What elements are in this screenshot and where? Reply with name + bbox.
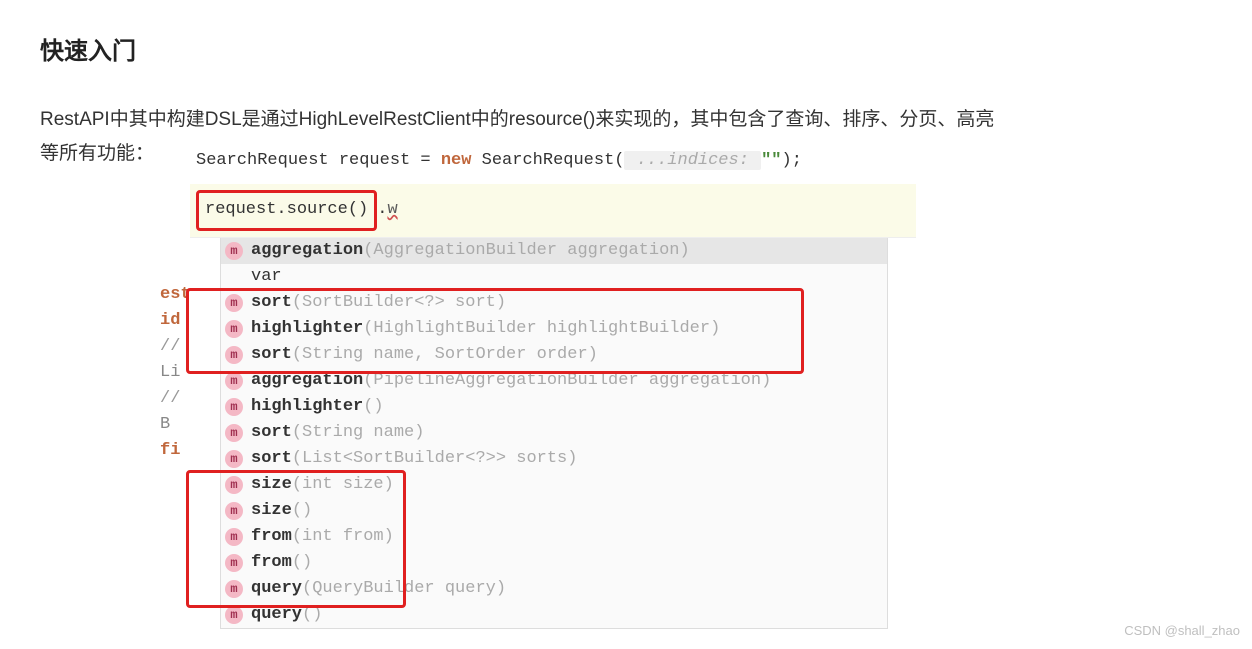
suggestion-name: size: [251, 472, 292, 498]
suggestion-row[interactable]: m aggregation(PipelineAggregationBuilder …: [221, 368, 887, 394]
method-icon: m: [225, 346, 243, 364]
suggestion-row[interactable]: mfrom(): [221, 550, 887, 576]
code-current-line: request.source().w: [190, 184, 916, 238]
suggestion-name: sort: [251, 342, 292, 368]
error-squiggle: w: [387, 200, 397, 219]
suggestion-row[interactable]: var: [221, 264, 887, 290]
suggestion-name: size: [251, 498, 292, 524]
code-line-1: SearchRequest request = new SearchReques…: [190, 140, 916, 185]
gutter: est id // Li // B fi: [160, 282, 191, 464]
string-literal: "": [761, 151, 781, 170]
method-icon: m: [225, 580, 243, 598]
autocomplete-popup[interactable]: maggregation(AggregationBuilder aggregat…: [220, 238, 888, 629]
code-text: );: [782, 151, 802, 170]
suggestion-params: (QueryBuilder query): [302, 576, 506, 602]
suggestion-name: query: [251, 602, 302, 628]
section-heading: 快速入门: [40, 30, 1212, 73]
suggestion-name: query: [251, 576, 302, 602]
suggestion-params: (): [292, 498, 312, 524]
suggestion-params: (): [363, 394, 383, 420]
param-hint: ...indices:: [624, 151, 761, 170]
method-icon: m: [225, 242, 243, 260]
suggestion-row[interactable]: m highlighter(HighlightBuilder highlightB…: [221, 316, 887, 342]
keyword-new: new: [441, 151, 472, 170]
method-icon: m: [225, 606, 243, 624]
suggestion-params: (String name): [292, 420, 425, 446]
suggestion-params: (): [302, 602, 322, 628]
suggestion-params: (HighlightBuilder highlightBuilder): [363, 316, 720, 342]
suggestion-row[interactable]: mfrom(int from): [221, 524, 887, 550]
method-icon: m: [225, 424, 243, 442]
suggestion-params: (SortBuilder<?> sort): [292, 290, 506, 316]
method-icon: m: [225, 398, 243, 416]
suggestion-row[interactable]: m highlighter(): [221, 394, 887, 420]
suggestion-row[interactable]: mquery(): [221, 602, 887, 628]
suggestion-params: (PipelineAggregationBuilder aggregation): [363, 368, 771, 394]
code-text: .: [377, 200, 387, 219]
suggestion-params: (): [292, 550, 312, 576]
watermark: CSDN @shall_zhao: [1124, 619, 1240, 642]
suggestion-name: aggregation: [251, 238, 363, 264]
code-editor: SearchRequest request = new SearchReques…: [190, 140, 916, 629]
suggestion-params: (String name, SortOrder order): [292, 342, 598, 368]
code-text: SearchRequest request =: [196, 151, 441, 170]
method-icon: m: [225, 476, 243, 494]
suggestion-name: sort: [251, 420, 292, 446]
gutter-line: est: [160, 282, 191, 308]
suggestion-row[interactable]: mquery(QueryBuilder query): [221, 576, 887, 602]
suggestion-name: from: [251, 550, 292, 576]
gutter-line: //: [160, 386, 191, 412]
suggestion-params: (int size): [292, 472, 394, 498]
suggestion-name: from: [251, 524, 292, 550]
suggestion-params: (AggregationBuilder aggregation): [363, 238, 689, 264]
suggestion-row[interactable]: msort(SortBuilder<?> sort): [221, 290, 887, 316]
suggestion-params: (List<SortBuilder<?>> sorts): [292, 446, 578, 472]
paragraph-line2: 等所有功能：: [40, 143, 154, 164]
method-icon: m: [225, 294, 243, 312]
method-icon: m: [225, 450, 243, 468]
suggestion-name: sort: [251, 290, 292, 316]
gutter-line: //: [160, 334, 191, 360]
suggestion-row[interactable]: msize(): [221, 498, 887, 524]
method-icon: m: [225, 320, 243, 338]
paragraph-line1: RestAPI中其中构建DSL是通过HighLevelRestClient中的r…: [40, 109, 994, 130]
gutter-line: Li: [160, 360, 191, 386]
suggestion-row[interactable]: msort(String name, SortOrder order): [221, 342, 887, 368]
code-text: SearchRequest(: [471, 151, 624, 170]
suggestion-name: highlighter: [251, 316, 363, 342]
suggestion-name: highlighter: [251, 394, 363, 420]
gutter-line: fi: [160, 438, 191, 464]
code-text: request.source(): [205, 200, 368, 219]
suggestion-row[interactable]: msort(List<SortBuilder<?>> sorts): [221, 446, 887, 472]
gutter-line: id: [160, 308, 191, 334]
gutter-line: B: [160, 412, 191, 438]
suggestion-row[interactable]: msort(String name): [221, 420, 887, 446]
suggestion-row[interactable]: msize(int size): [221, 472, 887, 498]
suggestion-name: sort: [251, 446, 292, 472]
method-icon: m: [225, 554, 243, 572]
suggestion-name: aggregation: [251, 368, 363, 394]
method-icon: m: [225, 372, 243, 390]
highlight-box-source: request.source(): [196, 190, 377, 231]
method-icon: m: [225, 502, 243, 520]
suggestion-params: (int from): [292, 524, 394, 550]
method-icon: m: [225, 528, 243, 546]
suggestion-var: var: [225, 264, 282, 290]
suggestion-row[interactable]: m aggregation(AggregationBuilder aggregat…: [221, 238, 887, 264]
